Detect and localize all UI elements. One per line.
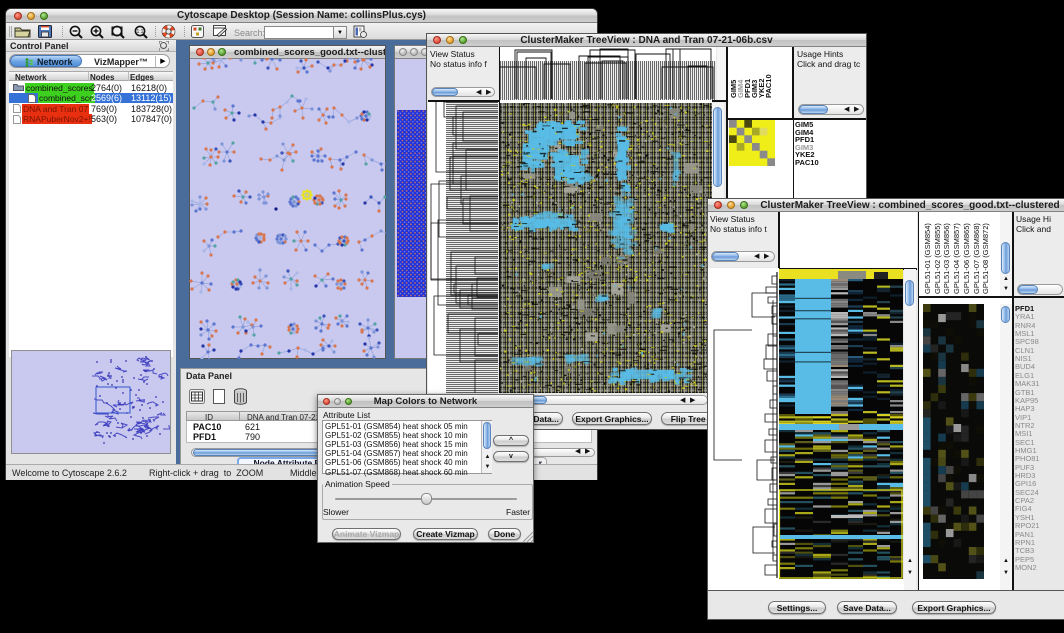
svg-text:1:1: 1:1 xyxy=(137,29,144,35)
